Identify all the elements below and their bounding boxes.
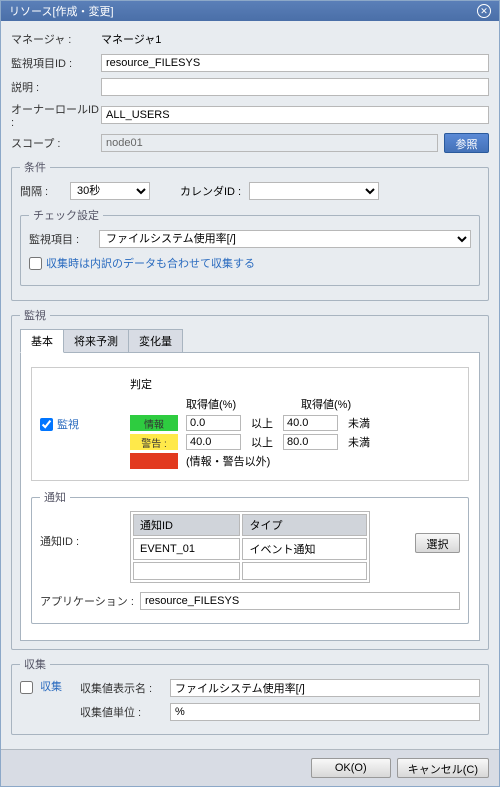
miman-2: 未満 (348, 434, 370, 450)
cancel-button[interactable]: キャンセル(C) (397, 758, 489, 778)
condition-fieldset: 条件 間隔 : 30秒 カレンダID : チェック設定 監視項目 : ファイルシ… (11, 159, 489, 301)
critical-chip (130, 453, 178, 469)
tab-change[interactable]: 変化量 (128, 329, 183, 352)
scope-browse-button[interactable]: 参照 (444, 133, 489, 153)
collect-detail-label: 収集時は内訳のデータも合わせて収集する (46, 255, 255, 271)
info-lo-input[interactable] (186, 415, 241, 431)
scope-input (101, 134, 438, 152)
monitor-legend: 監視 (20, 307, 50, 323)
ijou-1: 以上 (251, 415, 273, 431)
monitor-fieldset: 監視 基本 将来予測 変化量 監視 判定 取得値(%) (11, 307, 489, 650)
table-row (133, 562, 367, 580)
monitor-enable-checkbox[interactable] (40, 418, 53, 431)
monitorid-input[interactable] (101, 54, 489, 72)
close-icon[interactable]: ✕ (477, 4, 491, 18)
notify-th-type: タイプ (242, 514, 367, 536)
resource-dialog: リソース[作成・変更] ✕ マネージャ : マネージャ1 監視項目ID : 説明… (0, 0, 500, 787)
table-row: EVENT_01イベント通知 (133, 538, 367, 560)
warn-lo-input[interactable] (186, 434, 241, 450)
notify-select-button[interactable]: 選択 (415, 533, 460, 553)
judge-col2: 取得値(%) (301, 396, 376, 412)
collect-enable-label: 収集 (40, 681, 62, 693)
calendar-label: カレンダID : (180, 183, 241, 199)
judge-col1: 取得値(%) (186, 396, 261, 412)
warn-hi-input[interactable] (283, 434, 338, 450)
monitem-label: 監視項目 : (29, 231, 99, 247)
tab-forecast[interactable]: 将来予測 (63, 329, 129, 352)
ownerrole-input[interactable] (101, 106, 489, 124)
miman-1: 未満 (348, 415, 370, 431)
condition-legend: 条件 (20, 159, 50, 175)
monitorid-label: 監視項目ID : (11, 55, 101, 71)
ijou-2: 以上 (251, 434, 273, 450)
interval-label: 間隔 : (20, 183, 70, 199)
scope-label: スコープ : (11, 135, 101, 151)
collect-fieldset: 収集 収集 収集値表示名 : 収集値単位 : (11, 656, 489, 735)
application-input[interactable] (140, 592, 460, 610)
notify-fieldset: 通知 通知ID : 通知IDタイプ EVENT_01イベント通知 選択 (31, 489, 469, 624)
check-legend: チェック設定 (29, 207, 103, 223)
unit-input[interactable] (170, 703, 480, 721)
description-input[interactable] (101, 78, 489, 96)
application-label: アプリケーション : (40, 593, 140, 609)
check-fieldset: チェック設定 監視項目 : ファイルシステム使用率[/] 収集時は内訳のデータも… (20, 207, 480, 286)
interval-select[interactable]: 30秒 (70, 182, 150, 200)
notifyid-label: 通知ID : (40, 511, 130, 549)
info-hi-input[interactable] (283, 415, 338, 431)
collect-enable-checkbox[interactable] (20, 681, 33, 694)
monitor-enable-label: 監視 (57, 416, 79, 432)
description-label: 説明 : (11, 79, 101, 95)
manager-value: マネージャ1 (101, 31, 489, 47)
other-label: (情報・警告以外) (186, 453, 270, 469)
info-chip: 情報 (130, 415, 178, 431)
ownerrole-label: オーナーロールID : (11, 101, 101, 129)
warn-chip: 警告 : (130, 434, 178, 450)
titlebar: リソース[作成・変更] ✕ (1, 1, 499, 21)
dialog-title: リソース[作成・変更] (9, 3, 114, 19)
manager-label: マネージャ : (11, 31, 101, 47)
calendar-select[interactable] (249, 182, 379, 200)
collect-detail-checkbox[interactable] (29, 257, 42, 270)
collect-legend: 収集 (20, 656, 50, 672)
dispname-label: 収集値表示名 : (80, 680, 170, 696)
ok-button[interactable]: OK(O) (311, 758, 391, 778)
monitor-tabs: 基本 将来予測 変化量 (20, 329, 480, 353)
unit-label: 収集値単位 : (80, 704, 170, 720)
notify-th-id: 通知ID (133, 514, 240, 536)
monitem-select[interactable]: ファイルシステム使用率[/] (99, 230, 471, 248)
notify-legend: 通知 (40, 489, 70, 505)
judge-label: 判定 (130, 376, 460, 392)
dispname-input[interactable] (170, 679, 480, 697)
notify-table[interactable]: 通知IDタイプ EVENT_01イベント通知 (130, 511, 370, 583)
tab-basic[interactable]: 基本 (20, 329, 64, 353)
